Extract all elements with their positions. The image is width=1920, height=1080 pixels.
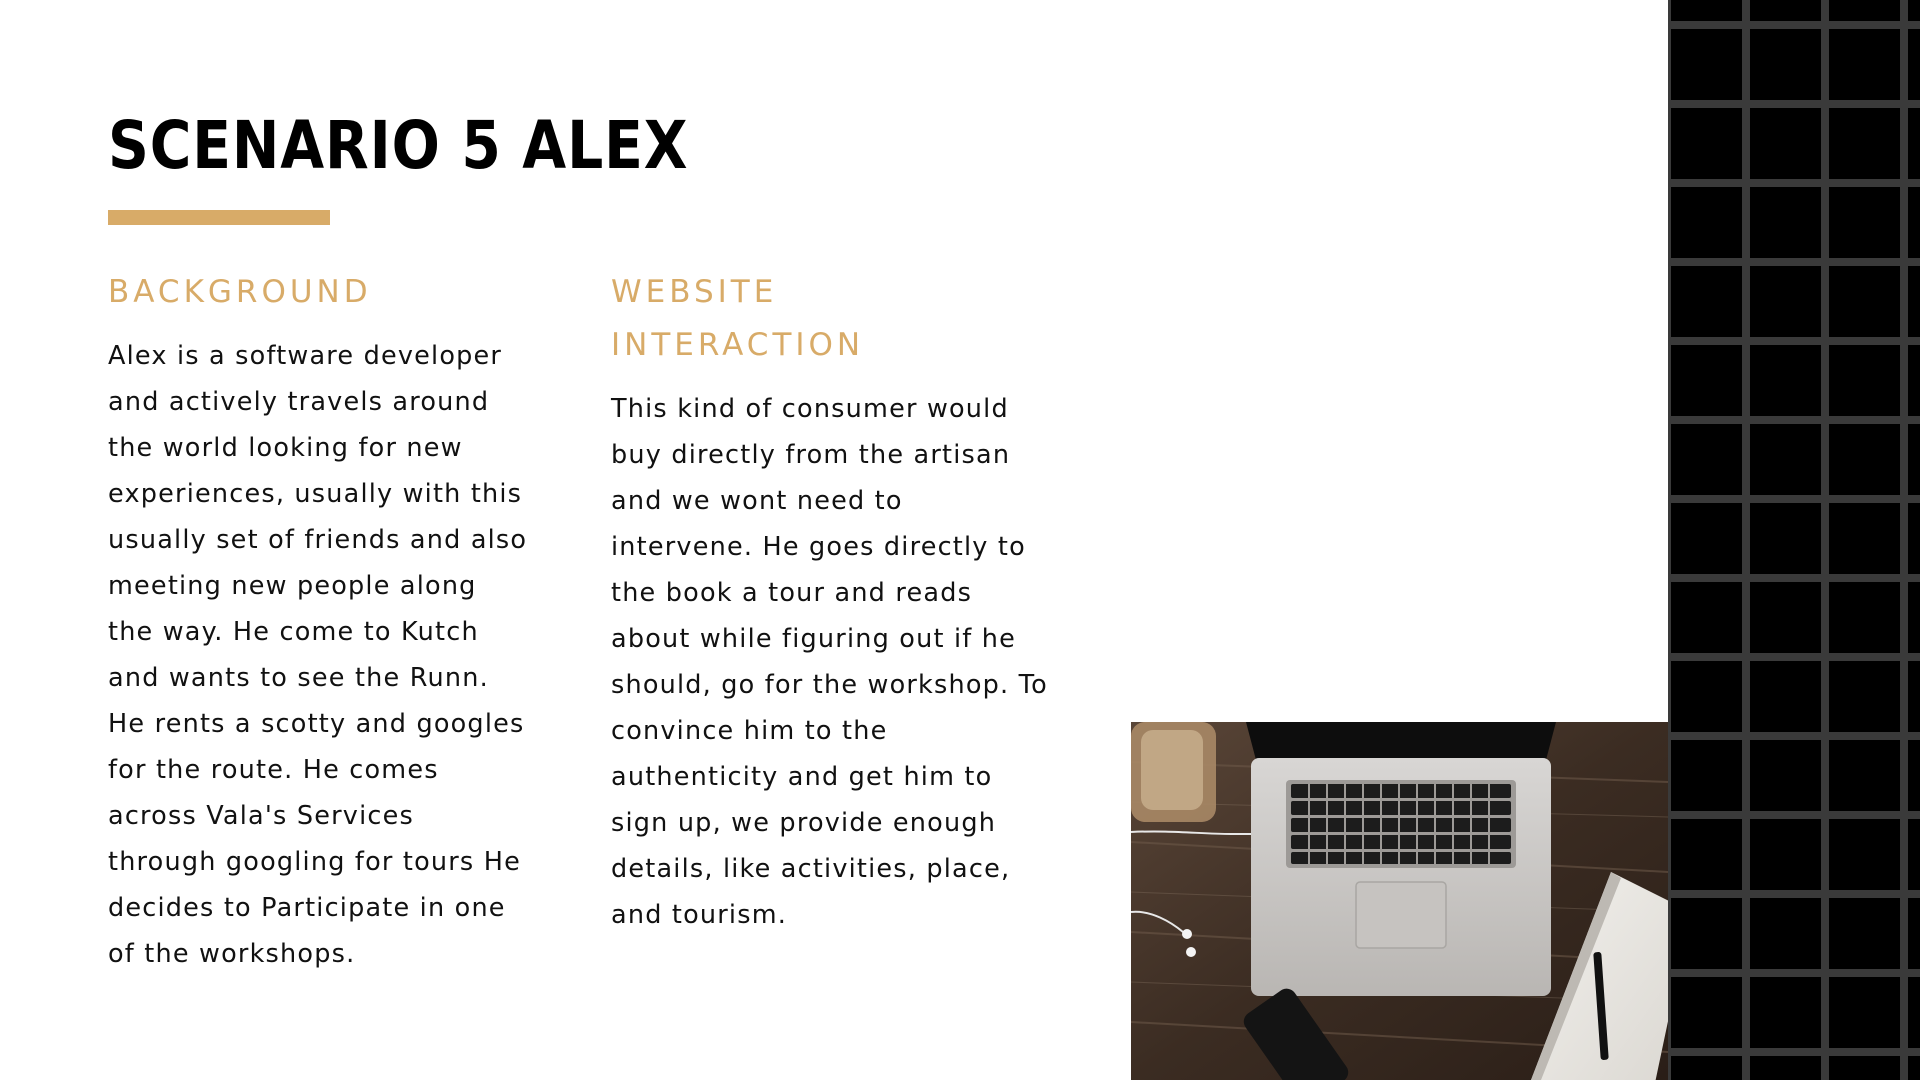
website-interaction-text: This kind of consumer would buy directly… <box>611 394 1048 930</box>
background-text: Alex is a software developer and activel… <box>108 341 528 969</box>
background-heading: BACKGROUND <box>108 274 372 310</box>
title-underline <box>108 210 330 225</box>
decorative-grid-panel <box>1668 0 1920 1080</box>
slide: SCENARIO 5 ALEX BACKGROUND Alex is a sof… <box>0 0 1920 1080</box>
laptop-desk-photo <box>1131 722 1668 1080</box>
website-interaction-heading: WEBSITE INTERACTION <box>611 274 865 363</box>
page-title: SCENARIO 5 ALEX <box>108 107 689 184</box>
